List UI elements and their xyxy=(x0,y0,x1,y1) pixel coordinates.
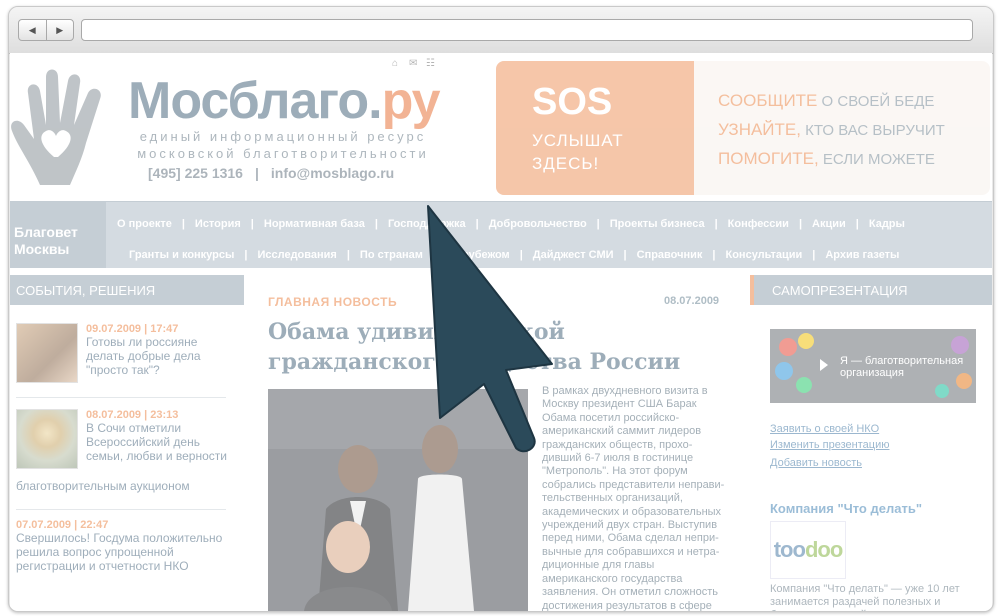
menu-brand[interactable]: Благовет Москвы xyxy=(10,202,106,268)
menu-item-about[interactable]: О проекте xyxy=(117,218,172,230)
menu-separator: | xyxy=(596,218,600,230)
sos-line-3: ПОМОГИТЕ, ЕСЛИ МОЖЕТЕ xyxy=(718,145,945,174)
mail-icon[interactable]: ✉ xyxy=(409,59,420,69)
news-title: В Сочи отметили Всероссийский день семьи… xyxy=(86,421,227,463)
add-news-link[interactable]: Добавить новость xyxy=(770,457,862,469)
address-bar[interactable] xyxy=(81,19,973,41)
news-item-1[interactable]: 09.07.2009 | 17:47 Готовы ли россияне де… xyxy=(86,323,236,377)
news-title: Готовы ли россияне делать добрые дела "п… xyxy=(86,335,201,377)
company-logo-part-1: too xyxy=(773,537,806,562)
news-item-3[interactable]: 07.07.2009 | 22:47 Свершилось! Госдума п… xyxy=(16,519,230,573)
sos-line-2-accent: УЗНАЙТЕ, xyxy=(718,120,801,139)
menu-item-business[interactable]: Проекты бизнеса xyxy=(610,218,705,230)
news-divider xyxy=(16,509,226,510)
news-date: 08.07.2009 | 23:13 xyxy=(86,409,179,421)
news-divider xyxy=(16,397,226,398)
events-heading: СОБЫТИЯ, РЕШЕНИЯ xyxy=(10,275,244,305)
menu-separator: | xyxy=(812,249,816,261)
menu-separator: | xyxy=(712,249,716,261)
news-title-tail: благотворительным аукционом xyxy=(16,479,190,493)
sos-line-3-accent: ПОМОГИТЕ, xyxy=(718,149,819,168)
register-nko-link[interactable]: Заявить о своей НКО xyxy=(770,423,879,435)
logo-tld: ру xyxy=(381,72,441,130)
presentation-video[interactable]: Я — благотворительная организация xyxy=(770,329,976,403)
sos-line-3-rest: ЕСЛИ МОЖЕТЕ xyxy=(818,151,935,168)
back-arrow-icon: ◀ xyxy=(28,24,36,35)
company-logo[interactable]: too doo xyxy=(770,521,846,579)
site-logo[interactable]: Мосблаго.ру xyxy=(128,71,441,131)
sos-subtitle-line-2: ЗДЕСЬ! xyxy=(532,154,600,173)
menu-separator: | xyxy=(623,249,627,261)
sos-lines: СООБЩИТЕ О СВОЕЙ БЕДЕ УЗНАЙТЕ, КТО ВАС В… xyxy=(718,87,945,174)
menu-item-history[interactable]: История xyxy=(195,218,241,230)
menu-brand-line-1: Благовет xyxy=(14,224,78,240)
menu-item-archive[interactable]: Архив газеты xyxy=(825,249,899,261)
edit-presentation-link[interactable]: Изменить презентацию xyxy=(770,439,889,451)
news-date: 07.07.2009 | 22:47 xyxy=(16,519,109,531)
play-icon[interactable] xyxy=(820,359,828,371)
menu-item-consultations[interactable]: Консультации xyxy=(726,249,803,261)
menu-separator: | xyxy=(855,218,859,230)
forward-arrow-icon: ▶ xyxy=(56,24,64,35)
main-news-label: ГЛАВНАЯ НОВОСТЬ xyxy=(268,295,398,309)
company-logo-part-2: doo xyxy=(804,537,843,562)
sos-subtitle-line-1: УСЛЫШАТ xyxy=(532,131,624,150)
news-thumbnail-hands[interactable] xyxy=(16,323,78,383)
news-thumbnail-woman[interactable] xyxy=(16,409,78,469)
video-caption: Я — благотворительная организация xyxy=(840,355,964,379)
main-news-date: 08.07.2009 xyxy=(664,295,720,307)
browser-toolbar: ◀ ▶ xyxy=(9,7,993,54)
menu-separator: | xyxy=(714,218,718,230)
news-item-2[interactable]: 08.07.2009 | 23:13 В Сочи отметили Всеро… xyxy=(86,409,236,463)
header-icons: ⌂ ✉ ☷ xyxy=(392,59,437,69)
sos-subtitle: УСЛЫШАТ ЗДЕСЬ! xyxy=(532,129,624,175)
back-button[interactable]: ◀ xyxy=(19,20,46,40)
tagline-line-1: единый информационный ресурс xyxy=(139,129,427,144)
menu-item-staff[interactable]: Кадры xyxy=(869,218,905,230)
sitemap-icon[interactable]: ☷ xyxy=(426,59,437,69)
company-description: Компания "Что делать" — уже 10 лет заним… xyxy=(770,583,960,611)
mouse-pointer-icon xyxy=(427,205,553,453)
menu-separator: | xyxy=(374,218,378,230)
menu-separator: | xyxy=(244,249,248,261)
hand-heart-logo-icon xyxy=(11,69,101,185)
nav-buttons: ◀ ▶ xyxy=(18,19,74,41)
forward-button[interactable]: ▶ xyxy=(45,20,74,40)
sos-line-2-rest: КТО ВАС ВЫРУЧИТ xyxy=(800,122,945,139)
email-link[interactable]: info@mosblago.ru xyxy=(271,165,394,181)
menu-item-confessions[interactable]: Конфессии xyxy=(728,218,789,230)
header-contacts: [495] 225 1316 | info@mosblago.ru xyxy=(148,165,394,181)
sos-line-1-rest: О СВОЕЙ БЕДЕ xyxy=(817,93,935,110)
main-news-body: В рамках двухдневного визита в Москву пр… xyxy=(542,385,725,611)
menu-item-by-country[interactable]: По странам xyxy=(360,249,423,261)
logo-text: Мосблаго. xyxy=(128,72,383,130)
menu-separator: | xyxy=(346,249,350,261)
self-presentation-heading: САМОПРЕЗЕНТАЦИЯ xyxy=(750,275,992,305)
contacts-separator: | xyxy=(254,165,259,181)
menu-item-directory[interactable]: Справочник xyxy=(637,249,703,261)
menu-separator: | xyxy=(250,218,254,230)
company-title[interactable]: Компания "Что делать" xyxy=(770,501,922,516)
menu-item-research[interactable]: Исследования xyxy=(257,249,336,261)
sos-line-1-accent: СООБЩИТЕ xyxy=(718,91,818,110)
menu-separator: | xyxy=(181,218,185,230)
tagline-line-2: московской благотворительности xyxy=(137,146,429,161)
menu-brand-line-2: Москвы xyxy=(14,241,70,257)
sos-banner-arrow xyxy=(668,61,694,195)
sos-banner[interactable]: SOS УСЛЫШАТ ЗДЕСЬ! СООБЩИТЕ О СВОЕЙ БЕДЕ… xyxy=(496,61,990,195)
menu-separator: | xyxy=(798,218,803,230)
sos-line-1: СООБЩИТЕ О СВОЕЙ БЕДЕ xyxy=(718,87,945,116)
home-icon[interactable]: ⌂ xyxy=(392,59,403,69)
sos-title: SOS xyxy=(532,81,613,123)
menu-item-regulations[interactable]: Нормативная база xyxy=(264,218,365,230)
menu-item-actions[interactable]: Акции xyxy=(812,218,846,230)
news-date: 09.07.2009 | 17:47 xyxy=(86,323,179,335)
news-title: Свершилось! Госдума положительно решила … xyxy=(16,531,223,573)
menu-item-grants[interactable]: Гранты и конкурсы xyxy=(129,249,234,261)
phone-number: [495] 225 1316 xyxy=(148,165,243,181)
sos-line-2: УЗНАЙТЕ, КТО ВАС ВЫРУЧИТ xyxy=(718,116,945,145)
